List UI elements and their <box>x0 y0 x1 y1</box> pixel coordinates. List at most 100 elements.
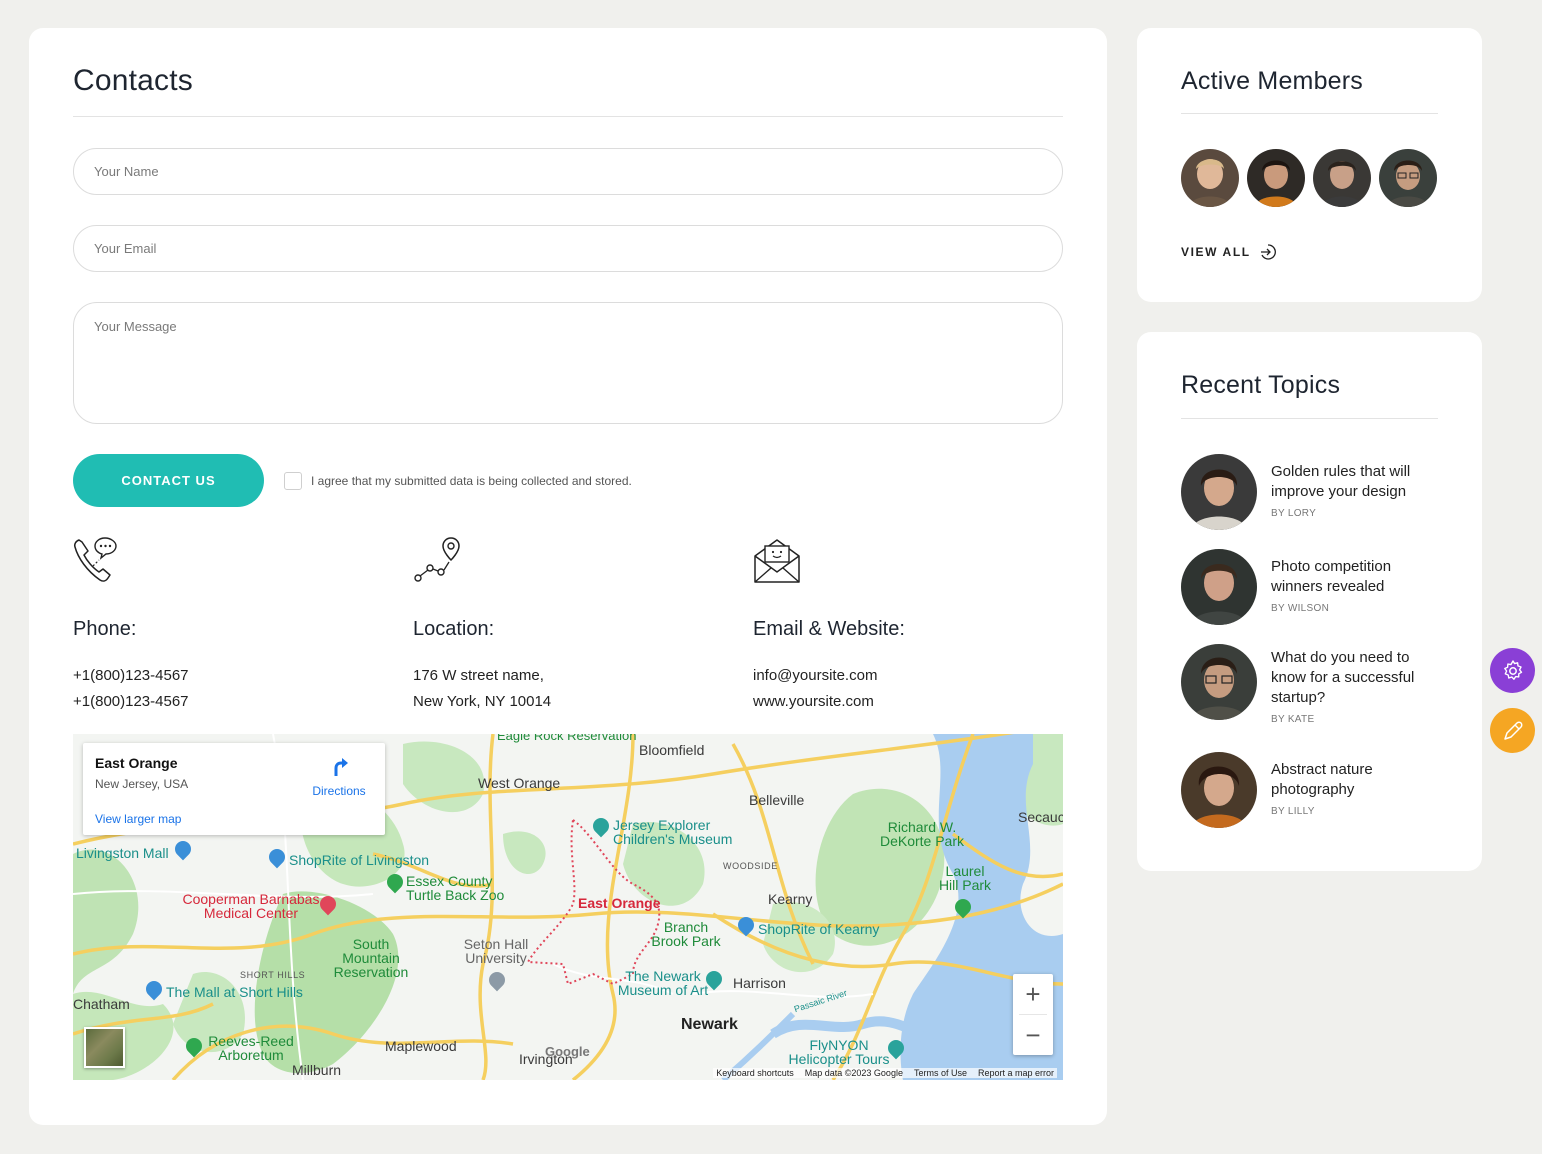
name-input[interactable] <box>73 148 1063 195</box>
email-line[interactable]: info@yoursite.com <box>753 663 1053 689</box>
member-avatar[interactable] <box>1247 149 1305 207</box>
view-larger-map-link[interactable]: View larger map <box>95 812 181 826</box>
map-label-short-hills: SHORT HILLS <box>240 970 306 980</box>
map-label-maplewood: Maplewood <box>385 1038 457 1054</box>
keyboard-shortcuts-link[interactable]: Keyboard shortcuts <box>716 1068 794 1078</box>
map-label-shoprite-livingston: ShopRite of Livingston <box>289 852 430 868</box>
email-title: Email & Website: <box>753 618 905 640</box>
agree-checkbox[interactable] <box>284 472 302 490</box>
map-label-reeves-reed: Reeves-Reed Arboretum <box>208 1033 294 1063</box>
location-line-1: 176 W street name, <box>413 667 544 684</box>
message-input[interactable] <box>73 302 1063 424</box>
map-place-address: New Jersey, USA <box>95 777 189 791</box>
map-label-newark: Newark <box>681 1016 738 1033</box>
map-label-branch-brook: Branch Brook Park <box>651 919 721 949</box>
contacts-card: Contacts CONTACT US I agree that my subm… <box>29 28 1107 1125</box>
zoom-in-button[interactable]: + <box>1013 974 1053 1014</box>
map-label-bloomfield: Bloomfield <box>639 742 705 758</box>
active-members-title: Active Members <box>1181 67 1364 95</box>
topic-item[interactable]: Abstract nature photography BY LILLY <box>1181 752 1451 828</box>
map-label-harrison: Harrison <box>733 975 786 991</box>
map-label-millburn: Millburn <box>292 1062 342 1078</box>
map-zoom-controls: + − <box>1013 974 1053 1055</box>
map-label-cooperman: Cooperman Barnabas Medical Center <box>182 891 320 921</box>
map-data-credit: Map data ©2023 Google <box>804 1068 903 1078</box>
map-label-laurel-hill: Laurel Hill Park <box>938 863 992 893</box>
arrow-circle-icon <box>1260 244 1276 260</box>
map-label-essex-zoo: Essex County Turtle Back Zoo <box>406 873 505 903</box>
email-info: Email & Website: info@yoursite.com www.y… <box>753 536 1053 715</box>
map-label-west-orange: West Orange <box>478 775 561 791</box>
topic-title[interactable]: Photo competition winners revealed <box>1271 557 1441 597</box>
topic-author: BY LORY <box>1271 508 1317 519</box>
map-label-woodside: WOODSIDE <box>723 861 778 871</box>
contact-us-button[interactable]: CONTACT US <box>73 454 264 507</box>
map-label-shoprite-kearny: ShopRite of Kearny <box>758 921 880 937</box>
active-members-card: Active Members VIEW ALL <box>1137 28 1482 302</box>
topic-title[interactable]: What do you need to know for a successfu… <box>1271 648 1441 708</box>
location-title: Location: <box>413 618 495 640</box>
topic-title[interactable]: Golden rules that will improve your desi… <box>1271 462 1441 502</box>
map-label-dekorte: Richard W. DeKorte Park <box>879 819 965 849</box>
topic-item[interactable]: Golden rules that will improve your desi… <box>1181 454 1451 530</box>
topic-author: BY WILSON <box>1271 603 1330 614</box>
terms-of-use-link[interactable]: Terms of Use <box>914 1068 967 1078</box>
report-map-error-link[interactable]: Report a map error <box>978 1068 1054 1078</box>
map-label-mall-short-hills: The Mall at Short Hills <box>166 984 303 1000</box>
agree-row: I agree that my submitted data is being … <box>284 472 632 490</box>
phone-line-1[interactable]: +1(800)123-4567 <box>73 663 373 689</box>
view-all-label: VIEW ALL <box>1181 245 1251 259</box>
topic-author: BY KATE <box>1271 714 1315 725</box>
gear-icon <box>1503 659 1522 680</box>
phone-info: Phone: +1(800)123-4567 +1(800)123-4567 <box>73 536 373 715</box>
topic-author: BY LILLY <box>1271 806 1315 817</box>
satellite-toggle[interactable] <box>84 1027 125 1068</box>
phone-line-2[interactable]: +1(800)123-4567 <box>73 689 373 715</box>
topic-avatar <box>1181 644 1257 720</box>
map-label-seton-hall: Seton Hall University <box>463 936 529 966</box>
member-avatar[interactable] <box>1181 149 1239 207</box>
members-divider <box>1181 113 1438 114</box>
map-label-eagle-rock: Eagle Rock Reservation <box>497 734 637 743</box>
google-logo: Google <box>545 1044 590 1059</box>
contacts-title: Contacts <box>73 64 193 97</box>
route-pin-icon <box>414 537 460 582</box>
topic-title[interactable]: Abstract nature photography <box>1271 760 1441 800</box>
member-avatar[interactable] <box>1313 149 1371 207</box>
member-avatar[interactable] <box>1379 149 1437 207</box>
recent-topics-card: Recent Topics Golden rules that will imp… <box>1137 332 1482 871</box>
recent-topics-title: Recent Topics <box>1181 371 1341 399</box>
website-line[interactable]: www.yoursite.com <box>753 689 1053 715</box>
contacts-divider <box>73 116 1063 117</box>
directions-button[interactable]: Directions <box>309 757 369 798</box>
map-label-chatham: Chatham <box>73 996 130 1012</box>
phone-title: Phone: <box>73 618 137 640</box>
google-map[interactable]: Eagle Rock Reservation Bloomfield West O… <box>73 734 1063 1080</box>
location-info: Location: 176 W street name, New York, N… <box>413 536 713 715</box>
location-line-2: New York, NY 10014 <box>413 693 552 710</box>
map-label-secaucus: Secauc <box>1018 809 1063 825</box>
view-all-button[interactable]: VIEW ALL <box>1181 243 1277 261</box>
directions-icon <box>334 758 348 776</box>
edit-float-button[interactable] <box>1490 708 1535 753</box>
zoom-out-button[interactable]: − <box>1013 1015 1053 1055</box>
email-input[interactable] <box>73 225 1063 272</box>
topic-item[interactable]: Photo competition winners revealed BY WI… <box>1181 549 1451 625</box>
topic-avatar <box>1181 454 1257 530</box>
map-footer: Keyboard shortcuts Map data ©2023 Google… <box>713 1068 1057 1078</box>
envelope-open-icon <box>754 539 800 583</box>
directions-label: Directions <box>312 784 366 798</box>
settings-float-button[interactable] <box>1490 648 1535 693</box>
topic-item[interactable]: What do you need to know for a successfu… <box>1181 644 1451 725</box>
topic-avatar <box>1181 549 1257 625</box>
agree-label: I agree that my submitted data is being … <box>311 474 632 488</box>
map-label-jersey-explorer: Jersey Explorer Children's Museum <box>613 817 733 847</box>
map-label-belleville: Belleville <box>749 792 805 808</box>
map-label-livingston-mall: Livingston Mall <box>76 845 169 861</box>
map-label-east-orange: East Orange <box>578 895 661 911</box>
map-place-name: East Orange <box>95 755 178 771</box>
pen-icon <box>1503 721 1522 740</box>
map-info-window: East Orange New Jersey, USA View larger … <box>83 743 385 835</box>
map-label-kearny: Kearny <box>768 891 813 907</box>
topic-avatar <box>1181 752 1257 828</box>
